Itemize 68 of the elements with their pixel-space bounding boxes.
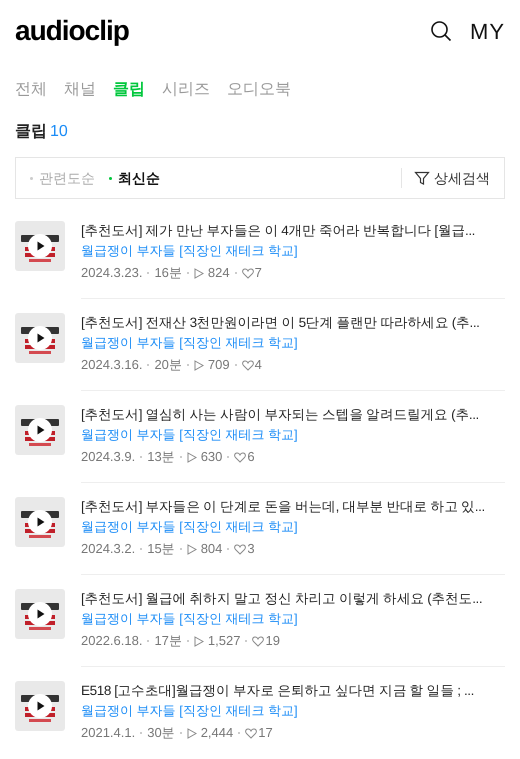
- section-title: 클립: [15, 122, 47, 142]
- filter-button[interactable]: 상세검색: [414, 168, 490, 188]
- heart-icon: [234, 452, 246, 462]
- clip-duration: 15분: [147, 540, 175, 558]
- heart-icon: [242, 268, 254, 278]
- clip-duration: 13분: [147, 448, 175, 466]
- like-count: 4: [254, 356, 262, 374]
- play-count: 804: [200, 540, 222, 558]
- play-button-icon[interactable]: [28, 510, 52, 534]
- clip-date: 2021.4.1.: [81, 724, 136, 742]
- clip-date: 2024.3.9.: [81, 448, 136, 466]
- clip-title[interactable]: [추천도서] 부자들은 이 단계로 돈을 버는데, 대부분 반대로 하고 있...: [81, 497, 485, 517]
- play-count-icon: [194, 268, 204, 278]
- clip-duration: 16분: [154, 264, 182, 282]
- play-button-icon[interactable]: [28, 602, 52, 626]
- clip-date: 2024.3.2.: [81, 540, 136, 558]
- clip-duration: 30분: [147, 724, 175, 742]
- play-button-icon[interactable]: [28, 234, 52, 258]
- play-count-icon: [194, 636, 204, 646]
- play-button-icon[interactable]: [28, 418, 52, 442]
- clip-duration: 17분: [154, 632, 182, 650]
- channel-link[interactable]: 월급쟁이 부자들 [직장인 재테크 학교]: [81, 609, 505, 629]
- like-count: 17: [258, 724, 273, 742]
- sort-option[interactable]: 최신순: [109, 168, 160, 188]
- filter-icon: [414, 170, 430, 186]
- clip-title[interactable]: [추천도서] 열심히 사는 사람이 부자되는 스텝을 알려드릴게요 (추...: [81, 405, 479, 425]
- like-count: 7: [254, 264, 262, 282]
- heart-icon: [242, 360, 254, 370]
- play-count-icon: [186, 728, 197, 738]
- my-link[interactable]: MY: [470, 14, 505, 48]
- tab[interactable]: 전체: [15, 78, 47, 102]
- play-count: 2,444: [200, 724, 234, 742]
- play-count-icon: [194, 360, 204, 370]
- like-count: 6: [247, 448, 255, 466]
- tab[interactable]: 시리즈: [162, 78, 210, 102]
- tab[interactable]: 오디오북: [227, 78, 291, 102]
- tab[interactable]: 클립: [113, 78, 145, 102]
- play-button-icon[interactable]: [28, 694, 52, 718]
- channel-link[interactable]: 월급쟁이 부자들 [직장인 재테크 학교]: [81, 425, 505, 445]
- play-count: 630: [200, 448, 222, 466]
- clip-date: 2024.3.16.: [81, 356, 142, 374]
- sort-option[interactable]: 관련도순: [30, 168, 95, 188]
- tab[interactable]: 채널: [64, 78, 96, 102]
- clip-date: 2022.6.18.: [81, 632, 142, 650]
- play-count-icon: [186, 544, 197, 554]
- like-count: 19: [265, 632, 280, 650]
- clip-date: 2024.3.23.: [81, 264, 142, 282]
- logo[interactable]: audioclip: [15, 17, 129, 45]
- clip-title[interactable]: E518 [고수초대]월급쟁이 부자로 은퇴하고 싶다면 지금 할 일들 ; ...: [81, 681, 474, 701]
- channel-link[interactable]: 월급쟁이 부자들 [직장인 재테크 학교]: [81, 333, 505, 353]
- search-icon[interactable]: [430, 20, 452, 42]
- heart-icon: [252, 636, 264, 646]
- channel-link[interactable]: 월급쟁이 부자들 [직장인 재테크 학교]: [81, 517, 505, 537]
- play-count: 1,527: [208, 632, 240, 650]
- like-count: 3: [247, 540, 255, 558]
- play-count-icon: [186, 452, 197, 462]
- clip-duration: 20분: [154, 356, 182, 374]
- channel-link[interactable]: 월급쟁이 부자들 [직장인 재테크 학교]: [81, 701, 505, 721]
- play-count: 824: [208, 264, 230, 282]
- channel-link[interactable]: 월급쟁이 부자들 [직장인 재테크 학교]: [81, 241, 505, 261]
- clip-title[interactable]: [추천도서] 월급에 취하지 말고 정신 차리고 이렇게 하세요 (추천도...: [81, 589, 482, 609]
- play-button-icon[interactable]: [28, 326, 52, 350]
- heart-icon: [245, 728, 258, 738]
- clip-title[interactable]: [추천도서] 전재산 3천만원이라면 이 5단계 플랜만 따라하세요 (추...: [81, 313, 480, 333]
- clip-title[interactable]: [추천도서] 제가 만난 부자들은 이 4개만 죽어라 반복합니다 [월급...: [81, 221, 476, 241]
- clip-count: 10: [50, 122, 68, 142]
- heart-icon: [234, 544, 246, 554]
- play-count: 709: [208, 356, 230, 374]
